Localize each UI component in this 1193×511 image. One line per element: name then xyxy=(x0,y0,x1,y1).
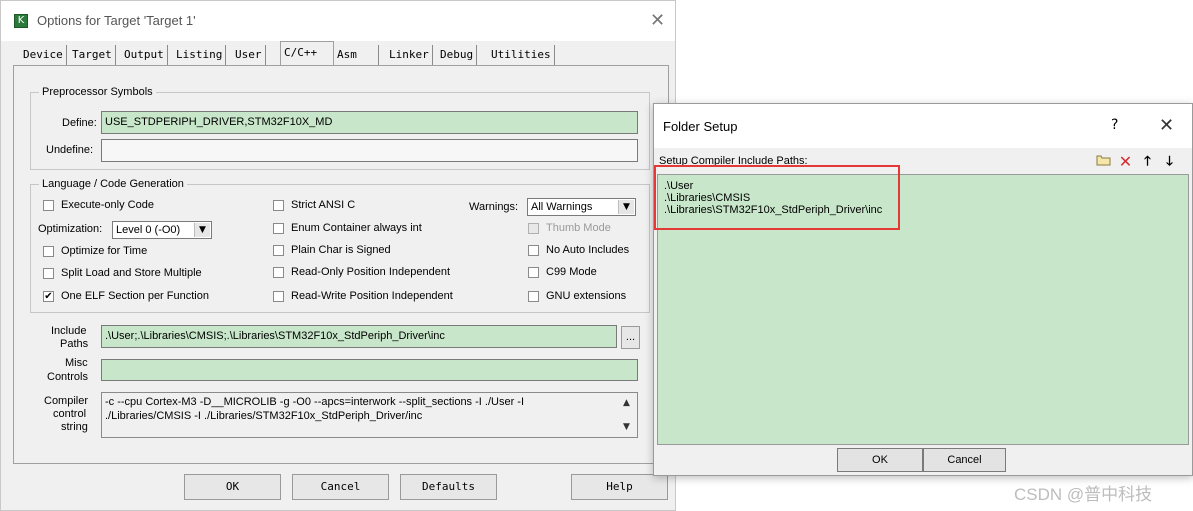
optimization-select[interactable]: Level 0 (-O0) ▼ xyxy=(112,221,212,239)
preprocessor-legend: Preprocessor Symbols xyxy=(39,86,156,98)
undefine-field[interactable] xyxy=(101,139,638,162)
split-load-label: Split Load and Store Multiple xyxy=(61,267,202,279)
new-folder-icon[interactable] xyxy=(1095,153,1112,170)
enum-container-label: Enum Container always int xyxy=(291,222,422,234)
no-auto-includes-label: No Auto Includes xyxy=(546,244,630,256)
misc-controls-field[interactable] xyxy=(101,359,638,381)
ro-pos-checkbox[interactable] xyxy=(273,267,284,278)
chevron-down-icon: ▼ xyxy=(194,223,210,237)
optimize-time-checkbox[interactable] xyxy=(43,246,54,257)
tab-target[interactable]: Target xyxy=(69,45,116,65)
warnings-select[interactable]: All Warnings ▼ xyxy=(527,198,636,216)
close-icon[interactable]: ✕ xyxy=(1159,115,1174,136)
execute-only-checkbox[interactable] xyxy=(43,200,54,211)
misc-controls-label-line1: Misc xyxy=(65,357,88,369)
folder-setup-dialog: Folder Setup ? ✕ Setup Compiler Include … xyxy=(653,103,1193,476)
compiler-string-box[interactable]: -c --cpu Cortex-M3 -D__MICROLIB -g -O0 -… xyxy=(101,392,638,438)
include-paths-label-line2: Paths xyxy=(60,338,89,350)
define-field[interactable]: USE_STDPERIPH_DRIVER,STM32F10X_MD xyxy=(101,111,638,134)
include-paths-label-line1: Include xyxy=(51,325,87,337)
misc-controls-label-line2: Controls xyxy=(47,371,88,383)
optimization-label: Optimization: xyxy=(38,223,103,235)
split-load-checkbox[interactable] xyxy=(43,268,54,279)
browse-include-paths-button[interactable]: ... xyxy=(621,326,640,349)
strict-ansi-label: Strict ANSI C xyxy=(291,199,356,211)
compiler-string-label-line2: control xyxy=(53,408,87,420)
plain-char-checkbox[interactable] xyxy=(273,245,284,256)
one-elf-checkbox[interactable]: ✔ xyxy=(43,291,54,302)
keil-icon: K xyxy=(14,14,28,28)
thumb-mode-label: Thumb Mode xyxy=(546,222,611,234)
thumb-mode-checkbox xyxy=(528,223,539,234)
defaults-button[interactable]: Defaults xyxy=(400,474,497,500)
tab-output[interactable]: Output xyxy=(121,45,168,65)
c99-mode-checkbox[interactable] xyxy=(528,267,539,278)
folder-setup-title: Folder Setup xyxy=(663,119,738,134)
help-button[interactable]: Help xyxy=(571,474,668,500)
tab-linker[interactable]: Linker xyxy=(386,45,433,65)
optimize-time-label: Optimize for Time xyxy=(61,245,148,257)
scroll-up-icon[interactable]: ▲ xyxy=(623,398,630,408)
move-up-icon[interactable]: 🡑 xyxy=(1139,153,1156,170)
options-dialog-titlebar: K Options for Target 'Target 1' ✕ xyxy=(1,1,675,41)
compiler-string-label-line1: Compiler xyxy=(44,395,89,407)
define-label: Define: xyxy=(62,117,97,129)
tab-device[interactable]: Device xyxy=(20,45,67,65)
gnu-ext-checkbox[interactable] xyxy=(528,291,539,302)
enum-container-checkbox[interactable] xyxy=(273,223,284,234)
compiler-string-label-line3: string xyxy=(61,421,88,433)
options-dialog-title: Options for Target 'Target 1' xyxy=(37,13,196,28)
cancel-button[interactable]: Cancel xyxy=(292,474,389,500)
folder-setup-cancel-button[interactable]: Cancel xyxy=(923,448,1006,472)
ok-button[interactable]: OK xyxy=(184,474,281,500)
options-for-target-dialog: K Options for Target 'Target 1' ✕ Device… xyxy=(0,0,676,511)
warnings-label: Warnings: xyxy=(469,201,519,213)
rw-pos-checkbox[interactable] xyxy=(273,291,284,302)
tab-utilities[interactable]: Utilities xyxy=(488,45,555,65)
close-icon[interactable]: ✕ xyxy=(650,10,665,31)
tab-listing[interactable]: Listing xyxy=(173,45,227,65)
rw-pos-label: Read-Write Position Independent xyxy=(291,290,453,302)
move-down-icon[interactable]: 🡓 xyxy=(1161,153,1178,170)
tab-c-cpp[interactable]: C/C++ xyxy=(280,41,334,66)
highlight-box xyxy=(654,165,900,230)
tab-user[interactable]: User xyxy=(232,45,266,65)
undefine-label: Undefine: xyxy=(46,144,94,156)
optimization-value: Level 0 (-O0) xyxy=(116,224,181,236)
folder-setup-ok-button[interactable]: OK xyxy=(837,448,923,472)
plain-char-label: Plain Char is Signed xyxy=(291,244,391,256)
execute-only-label: Execute-only Code xyxy=(61,199,154,211)
no-auto-includes-checkbox[interactable] xyxy=(528,245,539,256)
chevron-down-icon: ▼ xyxy=(618,200,634,214)
strict-ansi-checkbox[interactable] xyxy=(273,200,284,211)
tab-debug[interactable]: Debug xyxy=(437,45,478,65)
compiler-string-line2: ./Libraries/CMSIS -I ./Libraries/STM32F1… xyxy=(105,410,423,422)
scroll-down-icon[interactable]: ▼ xyxy=(623,422,630,432)
compiler-string-line1: -c --cpu Cortex-M3 -D__MICROLIB -g -O0 -… xyxy=(105,396,525,408)
ro-pos-label: Read-Only Position Independent xyxy=(291,266,450,278)
warnings-value: All Warnings xyxy=(531,201,593,213)
delete-icon[interactable]: ✕ xyxy=(1117,153,1134,170)
help-icon[interactable]: ? xyxy=(1111,117,1118,133)
watermark: CSDN @普中科技 xyxy=(1014,485,1153,504)
c99-mode-label: C99 Mode xyxy=(546,266,597,278)
gnu-ext-label: GNU extensions xyxy=(546,290,627,302)
include-paths-field[interactable]: .\User;.\Libraries\CMSIS;.\Libraries\STM… xyxy=(101,325,617,348)
codegen-legend: Language / Code Generation xyxy=(39,178,187,190)
tab-asm[interactable]: Asm xyxy=(334,45,379,65)
one-elf-label: One ELF Section per Function xyxy=(61,290,209,302)
folder-setup-titlebar: Folder Setup ? ✕ xyxy=(654,104,1192,148)
